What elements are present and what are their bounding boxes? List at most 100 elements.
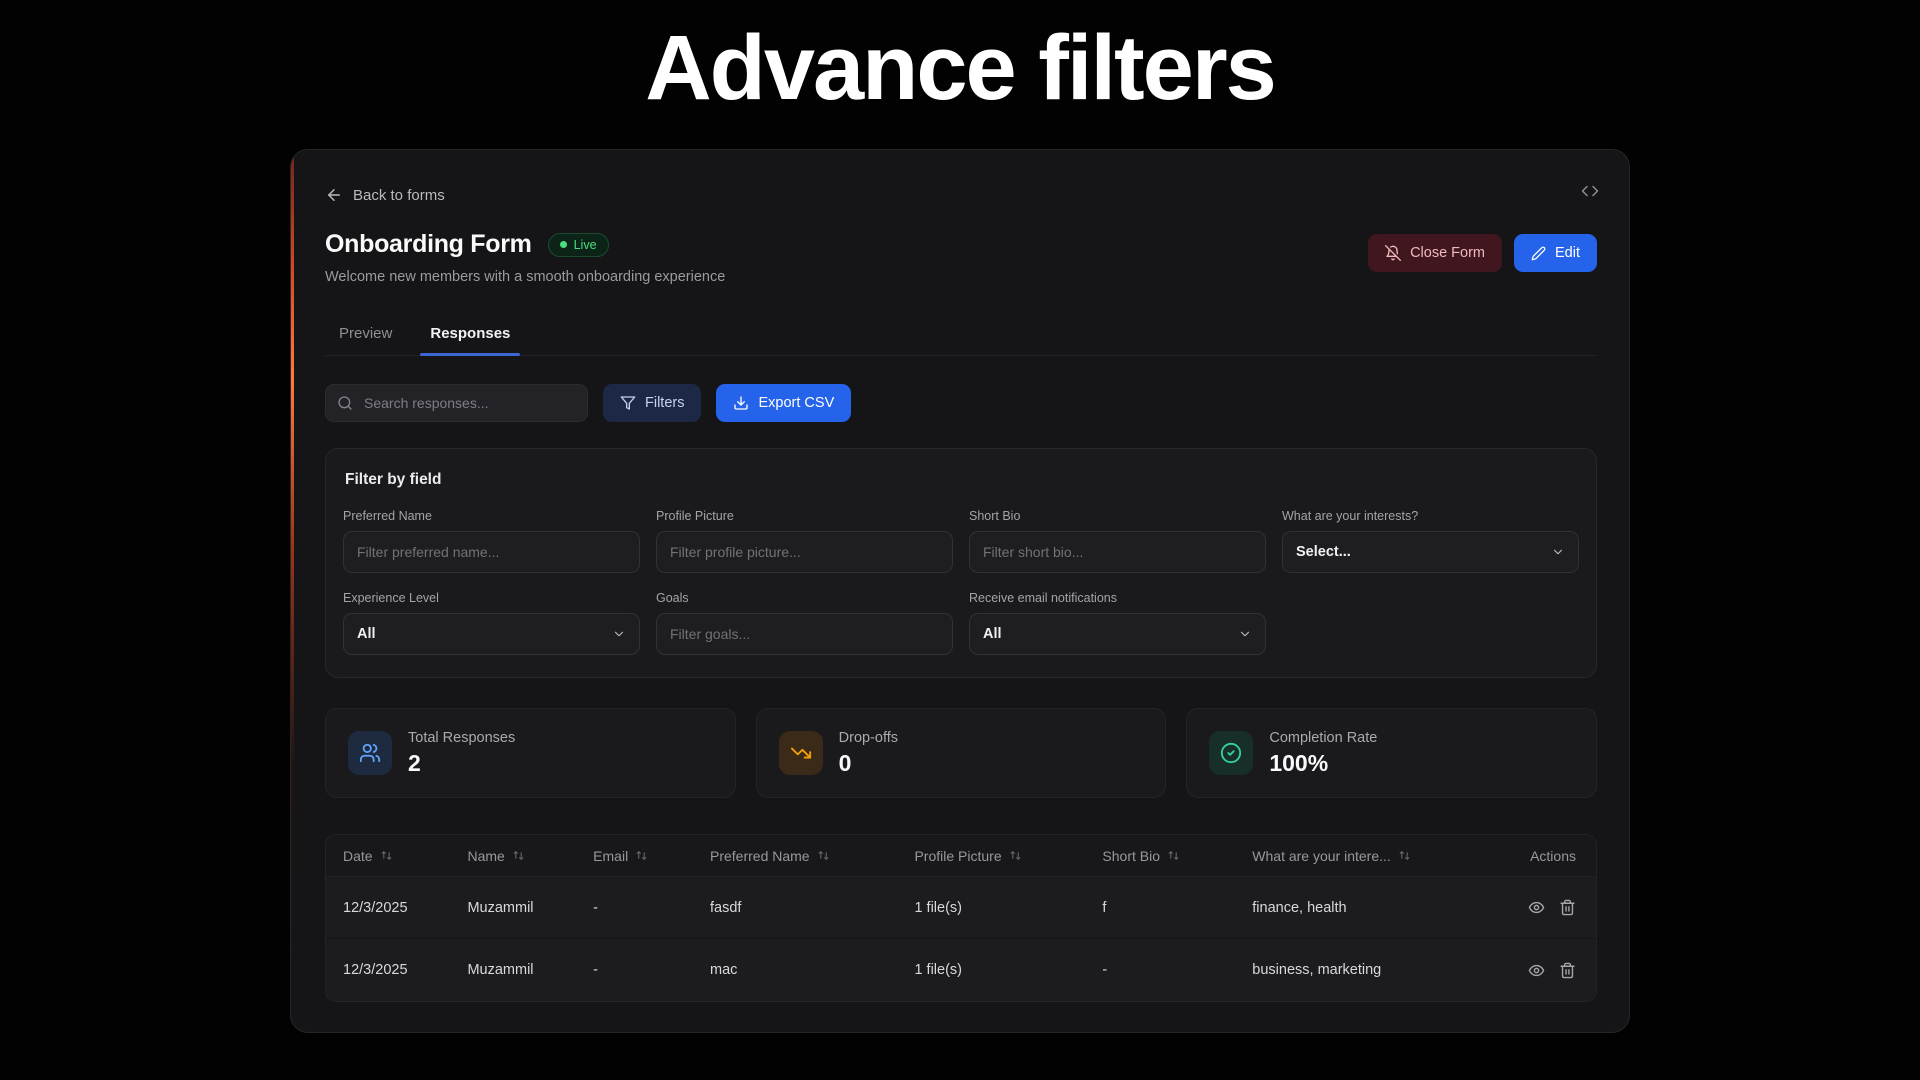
live-status-badge: Live (548, 233, 609, 257)
filter-panel-title: Filter by field (345, 471, 1579, 489)
funnel-icon (620, 395, 636, 411)
experience-level-select[interactable]: All (343, 613, 640, 655)
filter-field-interests: What are your interests? Select... (1282, 509, 1579, 573)
column-header-date[interactable]: Date (326, 848, 450, 864)
export-csv-label: Export CSV (758, 395, 834, 411)
column-header-name[interactable]: Name (450, 848, 576, 864)
stat-label: Drop-offs (839, 730, 898, 746)
column-label: Short Bio (1102, 848, 1160, 864)
email-notifications-select-value: All (983, 626, 1002, 642)
export-csv-button[interactable]: Export CSV (716, 384, 851, 422)
delete-response-button[interactable] (1559, 962, 1576, 979)
preferred-name-filter-input[interactable] (343, 531, 640, 573)
email-notifications-select[interactable]: All (969, 613, 1266, 655)
filter-field-profile-picture: Profile Picture (656, 509, 953, 573)
eye-icon (1528, 962, 1545, 979)
sort-icon (817, 849, 830, 862)
column-header-profile-picture[interactable]: Profile Picture (897, 848, 1085, 864)
tab-preview[interactable]: Preview (325, 315, 406, 355)
filters-button[interactable]: Filters (603, 384, 701, 422)
cell-preferred-name: fasdf (693, 900, 897, 916)
cell-profile-picture: 1 file(s) (897, 900, 1085, 916)
arrow-left-icon (325, 186, 343, 204)
column-label: What are your intere... (1252, 848, 1391, 864)
cell-interests: business, marketing (1235, 962, 1475, 978)
field-label: Profile Picture (656, 509, 953, 523)
profile-picture-filter-input[interactable] (656, 531, 953, 573)
form-subtitle: Welcome new members with a smooth onboar… (325, 269, 725, 285)
stat-label: Completion Rate (1269, 730, 1377, 746)
form-header: Onboarding Form Live Welcome new members… (325, 230, 1597, 285)
filter-field-email-notifications: Receive email notifications All (969, 591, 1266, 655)
view-response-button[interactable] (1528, 899, 1545, 916)
cell-actions (1475, 962, 1596, 979)
cell-short-bio: f (1085, 900, 1235, 916)
chevron-down-icon (612, 627, 626, 641)
column-header-interests[interactable]: What are your intere... (1235, 848, 1475, 864)
stat-card-drop-offs: Drop-offs 0 (756, 708, 1167, 798)
stat-card-completion-rate: Completion Rate 100% (1186, 708, 1597, 798)
interests-select[interactable]: Select... (1282, 531, 1579, 573)
filters-label: Filters (645, 395, 684, 411)
cell-date: 12/3/2025 (326, 900, 450, 916)
cell-name: Muzammil (450, 900, 576, 916)
stat-card-total-responses: Total Responses 2 (325, 708, 736, 798)
cell-email: - (576, 900, 693, 916)
edit-label: Edit (1555, 245, 1580, 261)
edit-button[interactable]: Edit (1514, 234, 1597, 272)
table-row[interactable]: 12/3/2025 Muzammil - mac 1 file(s) - bus… (326, 939, 1596, 1001)
chevron-down-icon (1551, 545, 1565, 559)
close-form-label: Close Form (1410, 245, 1485, 261)
sort-icon (635, 849, 648, 862)
stat-value: 0 (839, 750, 898, 777)
sort-icon (380, 849, 393, 862)
column-header-email[interactable]: Email (576, 848, 693, 864)
experience-level-select-value: All (357, 626, 376, 642)
back-to-forms-link[interactable]: Back to forms (325, 186, 445, 204)
column-header-actions: Actions (1475, 848, 1596, 864)
filter-field-preferred-name: Preferred Name (343, 509, 640, 573)
embed-code-button[interactable] (1571, 172, 1609, 210)
stat-label: Total Responses (408, 730, 515, 746)
field-label: Receive email notifications (969, 591, 1266, 605)
field-label: Short Bio (969, 509, 1266, 523)
sort-icon (1398, 849, 1411, 862)
field-label: Goals (656, 591, 953, 605)
column-label: Preferred Name (710, 848, 810, 864)
table-row[interactable]: 12/3/2025 Muzammil - fasdf 1 file(s) f f… (326, 877, 1596, 939)
table-header-row: Date Name Email Preferred Name Profile P… (326, 835, 1596, 877)
close-form-button[interactable]: Close Form (1368, 234, 1502, 272)
delete-response-button[interactable] (1559, 899, 1576, 916)
responses-toolbar: Filters Export CSV (325, 384, 1597, 422)
pencil-icon (1531, 246, 1546, 261)
check-circle-icon (1209, 731, 1253, 775)
bell-off-icon (1385, 245, 1401, 261)
cell-interests: finance, health (1235, 900, 1475, 916)
goals-filter-input[interactable] (656, 613, 953, 655)
filter-field-goals: Goals (656, 591, 953, 655)
column-header-preferred-name[interactable]: Preferred Name (693, 848, 897, 864)
short-bio-filter-input[interactable] (969, 531, 1266, 573)
column-label: Actions (1530, 848, 1576, 864)
tab-responses[interactable]: Responses (416, 315, 524, 355)
search-icon (337, 395, 353, 411)
field-label: What are your interests? (1282, 509, 1579, 523)
stat-value: 2 (408, 750, 515, 777)
back-label: Back to forms (353, 187, 445, 204)
stat-value: 100% (1269, 750, 1377, 777)
column-header-short-bio[interactable]: Short Bio (1085, 848, 1235, 864)
view-response-button[interactable] (1528, 962, 1545, 979)
search-input[interactable] (325, 384, 588, 422)
cell-email: - (576, 962, 693, 978)
live-dot-icon (560, 241, 567, 248)
trash-icon (1559, 899, 1576, 916)
search-box (325, 384, 588, 422)
sort-icon (1167, 849, 1180, 862)
cell-name: Muzammil (450, 962, 576, 978)
cell-actions (1475, 899, 1596, 916)
chevron-down-icon (1238, 627, 1252, 641)
tab-bar: Preview Responses (325, 315, 1597, 356)
cell-preferred-name: mac (693, 962, 897, 978)
filter-field-experience-level: Experience Level All (343, 591, 640, 655)
field-label: Preferred Name (343, 509, 640, 523)
